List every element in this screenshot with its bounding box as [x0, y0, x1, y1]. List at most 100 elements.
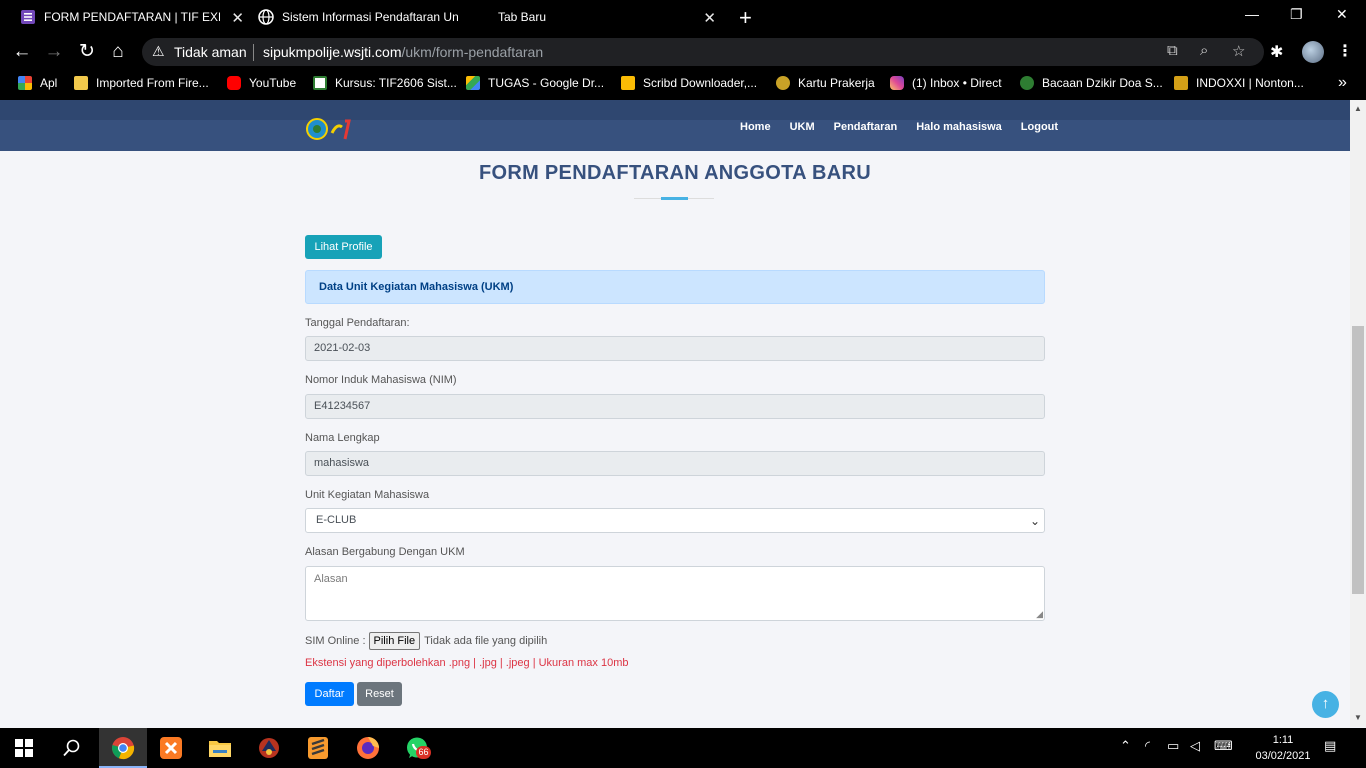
warning-icon[interactable]: ⚠ [152, 43, 165, 60]
garuda-icon [776, 76, 790, 90]
tab-form-pendaftaran[interactable]: FORM PENDAFTARAN | TIF EXHIB ✕ [12, 0, 250, 34]
google-drive-icon [466, 76, 480, 90]
minimize-icon[interactable]: — [1245, 6, 1259, 22]
taskbar-firefox[interactable] [344, 728, 392, 768]
ukm-label: Unit Kegiatan Mahasiswa [305, 489, 430, 501]
url-path: /ukm/form-pendaftaran [401, 44, 544, 60]
file-status: Tidak ada file yang dipilih [424, 635, 548, 647]
close-icon[interactable]: ✕ [703, 9, 716, 27]
tab-title: Tab Baru [498, 10, 547, 24]
alert-text: Data Unit Kegiatan Mahasiswa (UKM) [319, 281, 514, 293]
search-icon [63, 739, 80, 757]
windows-icon [15, 739, 33, 757]
extensions-icon[interactable]: ✱ [1270, 42, 1283, 62]
network-icon[interactable]: ◜ [1145, 738, 1150, 754]
whatsapp-badge: 66 [416, 746, 431, 759]
scroll-thumb[interactable] [1352, 326, 1364, 594]
profile-avatar[interactable] [1302, 41, 1324, 63]
firefox-icon [357, 737, 379, 759]
bookmark-scribd[interactable]: Scribd Downloader,... [621, 76, 757, 90]
taskbar-file-explorer[interactable] [196, 728, 244, 768]
choose-file-button[interactable]: Pilih File [368, 632, 421, 650]
bookmark-star-icon[interactable]: ☆ [1232, 42, 1245, 60]
zoom-icon[interactable]: ⌕ [1200, 42, 1208, 59]
navbar-top-band [0, 100, 1350, 120]
date-label: Tanggal Pendaftaran: [305, 317, 410, 329]
view-profile-button[interactable]: Lihat Profile [305, 235, 382, 259]
date-field: 2021-02-03 [305, 336, 1045, 361]
bookmark-label: Apl [40, 76, 58, 90]
bookmark-youtube[interactable]: YouTube [227, 76, 296, 90]
bookmark-indoxxi[interactable]: INDOXXI | Nonton... [1174, 76, 1304, 90]
taskbar-search[interactable] [48, 728, 96, 768]
title-underline-accent [661, 197, 688, 200]
resize-grip-icon[interactable]: ◢ [1036, 609, 1043, 620]
taskbar-sublime[interactable] [294, 728, 342, 768]
bookmark-tugas[interactable]: TUGAS - Google Dr... [466, 76, 604, 90]
back-to-top-icon[interactable]: ↑ [1312, 691, 1339, 718]
home-icon[interactable]: ⌂ [106, 40, 130, 64]
menu-icon[interactable]: ⋮ [1337, 41, 1353, 61]
nim-field: E41234567 [305, 394, 1045, 419]
reset-button[interactable]: Reset [357, 682, 402, 706]
bookmark-dzikir[interactable]: Bacaan Dzikir Doa S... [1020, 76, 1163, 90]
dzikir-icon [1020, 76, 1034, 90]
notifications-icon[interactable]: ▤ [1324, 738, 1336, 754]
scroll-up-icon[interactable]: ▲ [1354, 104, 1362, 113]
bookmark-label: Bacaan Dzikir Doa S... [1042, 76, 1163, 90]
bookmark-prakerja[interactable]: Kartu Prakerja [776, 76, 875, 90]
indoxxi-icon [1174, 76, 1188, 90]
restore-icon[interactable]: ❐ [1290, 6, 1303, 23]
submit-button[interactable]: Daftar [305, 682, 354, 706]
nav-home[interactable]: Home [740, 121, 771, 133]
window-close-icon[interactable]: ✕ [1336, 6, 1348, 23]
sim-upload-row: SIM Online : Pilih File Tidak ada file y… [305, 632, 547, 650]
reason-textarea[interactable]: Alasan ◢ [305, 566, 1045, 621]
forward-icon[interactable]: → [42, 40, 66, 64]
tab-baru[interactable]: Tab Baru ✕ [490, 0, 722, 34]
back-icon[interactable]: ← [10, 40, 34, 64]
bookmark-kursus[interactable]: Kursus: TIF2606 Sist... [313, 76, 457, 90]
translate-icon[interactable]: ⧉ [1167, 42, 1178, 59]
tab-title: FORM PENDAFTARAN | TIF EXHIB [44, 10, 220, 24]
form-icon [21, 10, 35, 24]
security-label[interactable]: Tidak aman [174, 44, 247, 60]
taskbar-game-app[interactable] [245, 728, 293, 768]
ukm-select[interactable]: E-CLUB ⌄ [305, 508, 1045, 533]
bookmark-instagram[interactable]: (1) Inbox • Direct [890, 76, 1002, 90]
taskbar-clock[interactable]: 1:11 03/02/2021 [1253, 732, 1313, 764]
name-label: Nama Lengkap [305, 432, 380, 444]
bookmark-label: Kursus: TIF2606 Sist... [335, 76, 457, 90]
taskbar-chrome[interactable] [99, 728, 147, 768]
reason-label: Alasan Bergabung Dengan UKM [305, 546, 465, 558]
more-bookmarks-icon[interactable]: » [1338, 74, 1347, 92]
scroll-down-icon[interactable]: ▼ [1354, 713, 1362, 722]
nav-user-greeting[interactable]: Halo mahasiswa [916, 121, 1002, 133]
bookmark-label: (1) Inbox • Direct [912, 76, 1002, 90]
keyboard-icon[interactable]: ⌨ [1214, 738, 1233, 754]
start-button[interactable] [0, 728, 48, 768]
nav-ukm[interactable]: UKM [790, 121, 815, 133]
reload-icon[interactable]: ↻ [75, 40, 99, 64]
chevron-down-icon: ⌄ [1029, 514, 1040, 528]
chevron-up-icon[interactable]: ⌃ [1120, 738, 1131, 754]
folder-icon [209, 741, 231, 757]
bookmark-imported[interactable]: Imported From Fire... [74, 76, 209, 90]
reason-placeholder: Alasan [314, 573, 348, 585]
battery-icon[interactable]: ▭ [1167, 738, 1179, 754]
site-logo[interactable] [305, 117, 355, 141]
url-text[interactable]: sipukmpolije.wsjti.com/ukm/form-pendafta… [263, 44, 543, 60]
bookmark-apps[interactable]: Apl [18, 76, 57, 90]
nav-logout[interactable]: Logout [1021, 121, 1058, 133]
tab-sistem-informasi[interactable]: Sistem Informasi Pendaftaran Un [250, 0, 485, 34]
chrome-icon [112, 737, 135, 760]
new-tab-icon[interactable]: + [739, 5, 752, 31]
site-navbar: Home UKM Pendaftaran Halo mahasiswa Logo… [0, 100, 1350, 151]
nav-pendaftaran[interactable]: Pendaftaran [834, 121, 898, 133]
close-icon[interactable]: ✕ [231, 9, 244, 27]
page-title: FORM PENDAFTARAN ANGGOTA BARU [478, 162, 871, 184]
volume-icon[interactable]: ◁ [1190, 738, 1200, 754]
bookmark-label: Imported From Fire... [96, 76, 209, 90]
scribd-icon [621, 76, 635, 90]
taskbar-xampp[interactable] [147, 728, 195, 768]
